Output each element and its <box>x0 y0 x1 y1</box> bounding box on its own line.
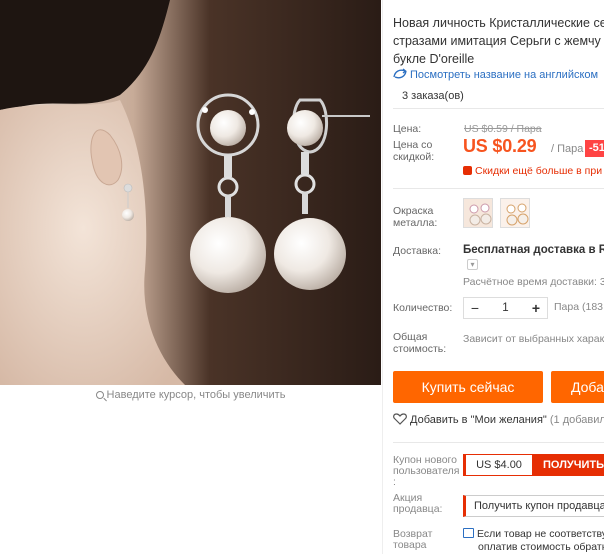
wishlist-count: (1 добавили) <box>549 414 604 426</box>
tag-icon <box>463 166 472 175</box>
orders-count: 3 заказа(ов) <box>402 90 464 102</box>
new-user-coupon-label: Купон нового пользователя : <box>393 454 460 488</box>
translate-icon <box>393 68 407 79</box>
divider <box>393 188 604 189</box>
zoom-hint: Наведите курсор, чтобы увеличить <box>0 389 381 401</box>
get-seller-coupon-button[interactable]: Получить купон продавца <box>463 495 604 517</box>
magnifier-icon <box>95 391 104 399</box>
returns-policy-text: Если товар не соответству оплатив стоимо… <box>463 528 604 554</box>
quantity-input[interactable]: 1 <box>486 298 525 318</box>
quantity-unit: Пара (183 <box>554 301 603 313</box>
heart-icon <box>393 413 407 425</box>
translate-title-link[interactable]: Посмотреть название на английском <box>393 68 598 81</box>
quantity-decrease-button[interactable]: − <box>464 298 486 318</box>
price-unit: / Пара <box>551 143 584 155</box>
column-divider <box>382 0 383 554</box>
chevron-down-icon[interactable]: ▾ <box>467 259 478 270</box>
earring-photo <box>0 0 381 385</box>
buy-now-button[interactable]: Купить сейчас <box>393 371 543 403</box>
divider <box>393 108 604 109</box>
discount-badge: -51% <box>585 140 604 157</box>
shipping-label: Доставка: <box>393 245 442 257</box>
discount-price-label: Цена со скидкой: <box>393 139 435 163</box>
get-coupon-button[interactable]: ПОЛУЧИТЬ <box>533 454 604 476</box>
quantity-label: Количество: <box>393 302 453 314</box>
shipping-method[interactable]: Бесплатная доставка в Russ <box>463 244 604 256</box>
returns-label: Возврат товара <box>393 528 433 551</box>
coupon-amount: US $4.00 <box>463 454 533 476</box>
add-to-wishlist-link[interactable]: Добавить в "Мои желания" (1 добавили) <box>393 413 604 426</box>
product-title: Новая личность Кристаллические се страза… <box>393 16 604 66</box>
total-value: Зависит от выбранных харак <box>463 333 604 345</box>
gold-earring-thumb <box>501 199 529 227</box>
color-label: Окраска металла: <box>393 205 438 229</box>
add-to-cart-button[interactable]: Доба <box>551 371 604 403</box>
price-label: Цена: <box>393 123 422 135</box>
delivery-time: Расчётное время доставки: 3 <box>463 276 604 288</box>
product-main-image[interactable] <box>0 0 381 385</box>
discount-price: US $0.29 <box>463 136 537 156</box>
quantity-increase-button[interactable]: + <box>525 298 547 318</box>
return-icon <box>463 528 474 538</box>
color-swatch-silver[interactable] <box>463 198 493 228</box>
quantity-stepper: − 1 + <box>463 297 548 319</box>
original-price: US $0.59 / Пара <box>464 123 542 135</box>
silver-earring-thumb <box>464 199 492 227</box>
seller-promo-label: Акция продавца: <box>393 492 443 515</box>
more-discounts-link[interactable]: Скидки ещё больше в при <box>463 165 602 177</box>
divider <box>393 442 604 443</box>
total-label: Общая стоимость: <box>393 331 447 355</box>
color-swatch-gold[interactable] <box>500 198 530 228</box>
